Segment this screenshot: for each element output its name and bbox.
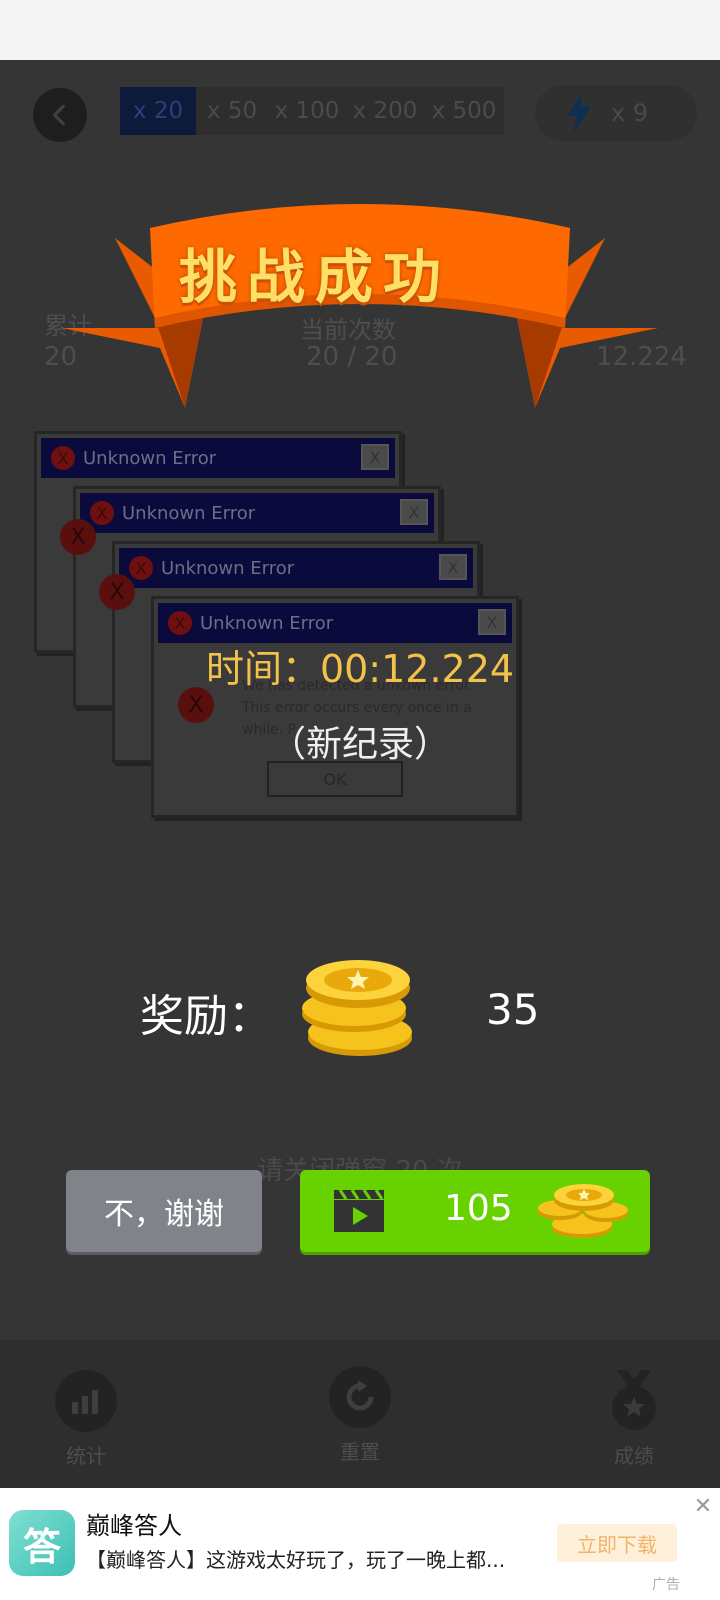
coin-stack-icon xyxy=(302,960,412,1056)
medal-icon xyxy=(603,1370,665,1432)
close-button[interactable]: X xyxy=(478,609,506,635)
error-icon: X xyxy=(168,611,192,635)
error-titlebar: X Unknown Error X xyxy=(158,603,512,643)
ad-title: 巅峰答人 xyxy=(86,1512,182,1540)
close-button[interactable]: X xyxy=(439,554,467,580)
reward-amount: 35 xyxy=(486,985,540,1034)
tab-x50[interactable]: x 50 xyxy=(196,87,268,135)
reset-button[interactable]: 重置 xyxy=(310,1366,410,1465)
achievements-button[interactable]: 成绩 xyxy=(584,1370,684,1469)
error-icon: X xyxy=(129,556,153,580)
energy-count: x 9 xyxy=(611,99,649,127)
close-icon[interactable]: ✕ xyxy=(692,1496,714,1518)
success-title: 挑战成功 xyxy=(178,243,451,311)
stats-label: 统计 xyxy=(66,1444,106,1468)
bottom-toolbar: 统计 重置 成绩 xyxy=(0,1340,720,1488)
tab-x500[interactable]: x 500 xyxy=(424,87,504,135)
watch-video-button[interactable]: 105 xyxy=(300,1170,650,1252)
multiplier-tabs: x 20 x 50 x 100 x 200 x 500 xyxy=(120,87,504,135)
download-button[interactable]: 立即下载 xyxy=(557,1524,677,1562)
video-reward-amount: 105 xyxy=(444,1188,513,1229)
error-title: Unknown Error xyxy=(200,612,334,634)
lightning-icon xyxy=(567,92,591,134)
ad-banner[interactable]: 答 巅峰答人 【巅峰答人】这游戏太好玩了，玩了一晚上都... 立即下载 ✕ 广告 xyxy=(0,1488,720,1600)
video-clapper-icon xyxy=(334,1189,384,1232)
coin-stack-icon xyxy=(538,1184,628,1238)
tab-x20[interactable]: x 20 xyxy=(120,87,196,135)
error-body-icon: X xyxy=(60,519,96,555)
game-screen: x 20 x 50 x 100 x 200 x 500 x 9 累计 20 当前… xyxy=(0,60,720,1488)
stats-button[interactable]: 统计 xyxy=(36,1370,136,1469)
error-body-icon: X xyxy=(99,574,135,610)
error-icon: X xyxy=(90,501,114,525)
error-window-front: X Unknown Error X X We has detected a un… xyxy=(151,596,519,818)
error-title: Unknown Error xyxy=(122,502,256,524)
energy-counter: x 9 xyxy=(535,85,697,141)
decline-button[interactable]: 不，谢谢 xyxy=(66,1170,262,1252)
achievements-label: 成绩 xyxy=(614,1444,654,1468)
error-title: Unknown Error xyxy=(83,447,217,469)
error-titlebar: X Unknown Error X xyxy=(119,548,473,588)
app-icon: 答 xyxy=(9,1510,75,1576)
reward-label: 奖励： xyxy=(140,991,272,1042)
close-button[interactable]: X xyxy=(400,499,428,525)
error-title: Unknown Error xyxy=(161,557,295,579)
bar-chart-icon xyxy=(55,1370,117,1432)
error-titlebar: X Unknown Error X xyxy=(80,493,434,533)
chevron-left-icon xyxy=(52,104,65,126)
error-icon: X xyxy=(51,446,75,470)
finish-time: 时间：00:12.224 xyxy=(205,647,515,691)
back-button[interactable] xyxy=(33,88,87,142)
error-titlebar: X Unknown Error X xyxy=(41,438,395,478)
status-bar xyxy=(0,0,720,60)
tab-x200[interactable]: x 200 xyxy=(346,87,424,135)
ad-tag: 广告 xyxy=(652,1577,680,1593)
close-button[interactable]: X xyxy=(361,444,389,470)
tab-x100[interactable]: x 100 xyxy=(268,87,346,135)
reset-label: 重置 xyxy=(340,1440,380,1464)
new-record-label: （新纪录） xyxy=(269,724,450,765)
refresh-icon xyxy=(329,1366,391,1428)
ad-description: 【巅峰答人】这游戏太好玩了，玩了一晚上都... xyxy=(86,1548,506,1572)
